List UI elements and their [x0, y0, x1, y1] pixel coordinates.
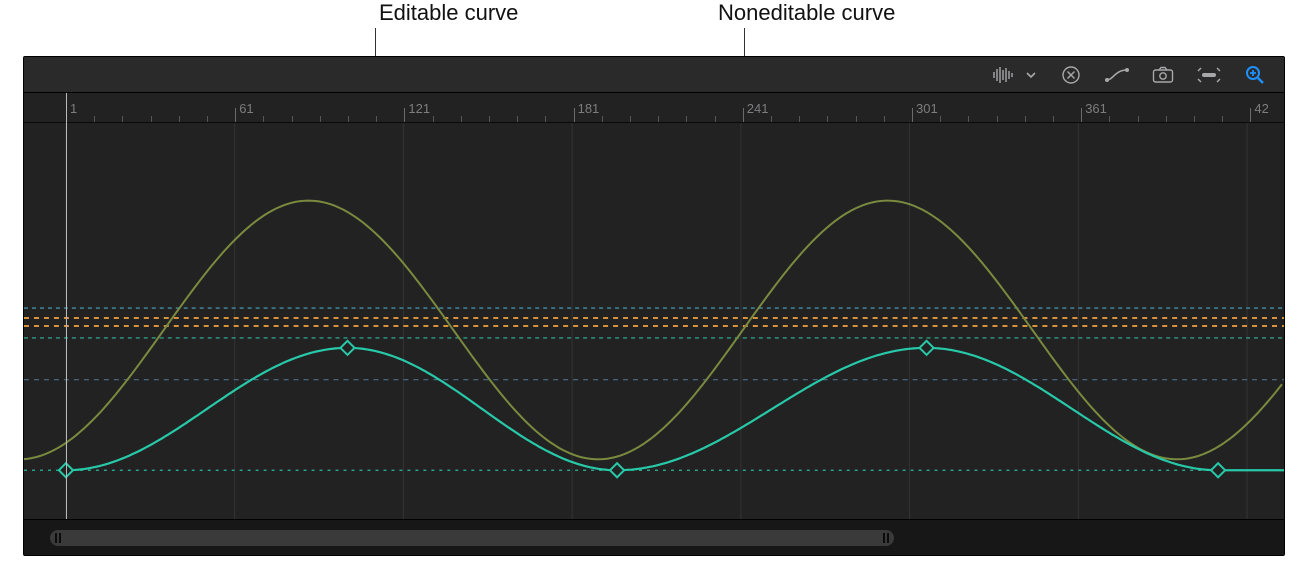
- scrollbar-left-handle[interactable]: [54, 532, 62, 544]
- keyframe-marker[interactable]: [610, 463, 624, 477]
- curve-tool-icon[interactable]: [1104, 62, 1130, 88]
- fit-curves-icon[interactable]: [1196, 62, 1222, 88]
- scrollbar-right-handle[interactable]: [882, 532, 890, 544]
- audio-waveform-icon[interactable]: [990, 62, 1016, 88]
- editable-curve[interactable]: [66, 348, 1284, 470]
- playhead[interactable]: [66, 93, 67, 519]
- callouts: Editable curve Noneditable curve: [0, 0, 1302, 60]
- ruler-label: 1: [70, 101, 77, 116]
- snapshot-camera-icon[interactable]: [1150, 62, 1176, 88]
- ruler-label: 241: [747, 101, 769, 116]
- ruler-label: 61: [239, 101, 253, 116]
- curve-graph-area[interactable]: [24, 123, 1284, 519]
- keyframe-editor: 1 61 121 181 241 301 361 42: [23, 56, 1285, 556]
- ruler-label: 181: [578, 101, 600, 116]
- clear-circle-icon[interactable]: [1058, 62, 1084, 88]
- keyframe-marker[interactable]: [1211, 463, 1225, 477]
- graph-curves[interactable]: [24, 123, 1284, 519]
- horizontal-scrollbar[interactable]: [50, 530, 894, 546]
- toolbar: [24, 57, 1284, 93]
- ruler-label: 301: [916, 101, 938, 116]
- dropdown-chevron-icon[interactable]: [1024, 62, 1038, 88]
- callout-noneditable-label: Noneditable curve: [718, 0, 895, 26]
- ruler-label: 121: [408, 101, 430, 116]
- ruler-label: 42: [1254, 101, 1268, 116]
- timeline-ruler[interactable]: 1 61 121 181 241 301 361 42: [24, 93, 1284, 123]
- keyframe-marker[interactable]: [920, 341, 934, 355]
- ruler-label: 361: [1085, 101, 1107, 116]
- callout-editable-label: Editable curve: [379, 0, 518, 26]
- noneditable-curve: [24, 201, 1282, 460]
- zoom-magnifier-icon[interactable]: [1242, 62, 1268, 88]
- keyframe-marker[interactable]: [340, 341, 354, 355]
- scrollbar-area: [24, 519, 1284, 555]
